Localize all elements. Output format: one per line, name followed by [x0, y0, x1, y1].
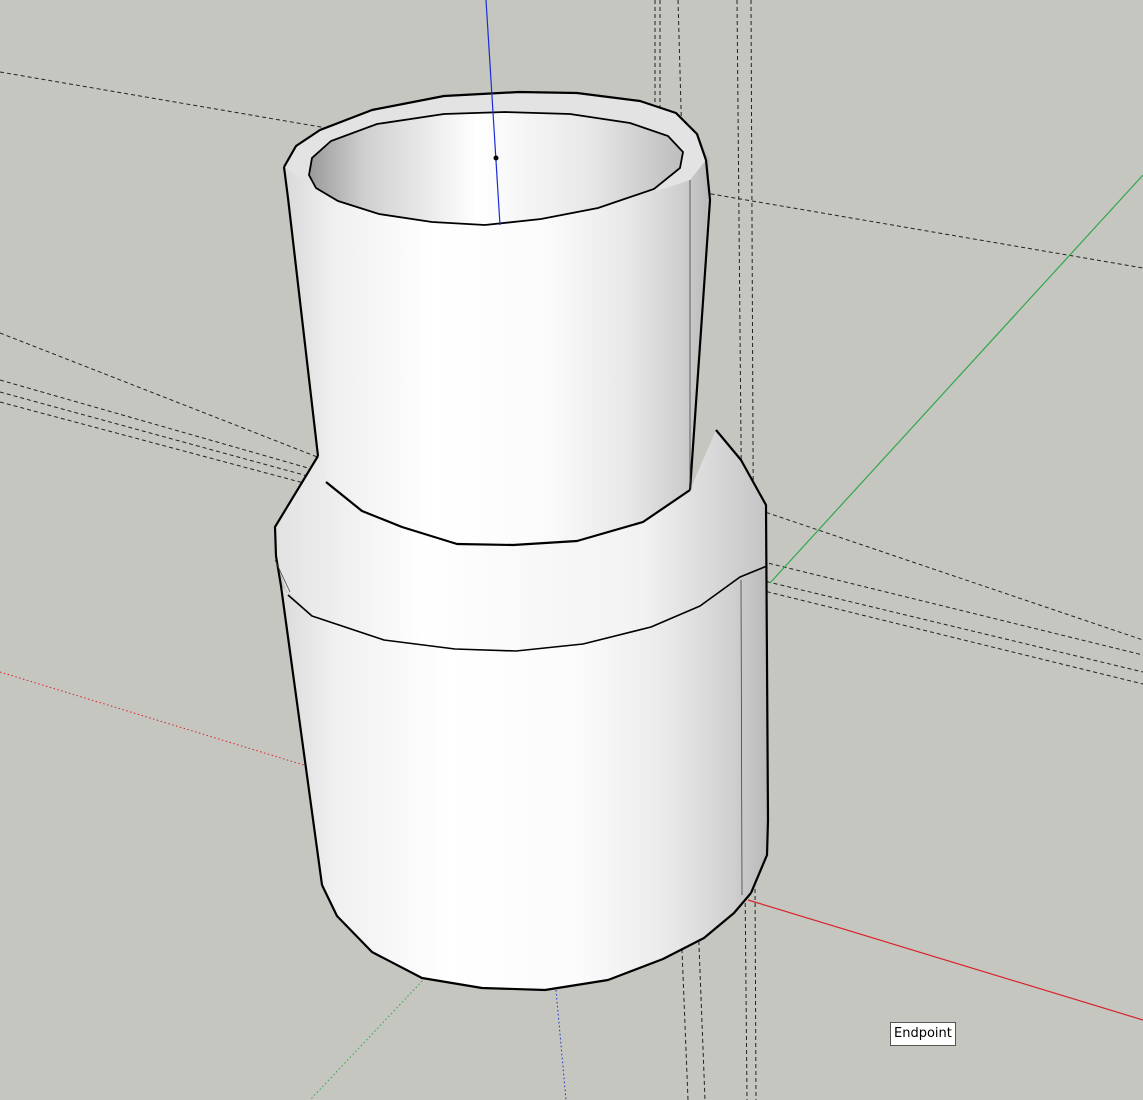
guide-line-left-4 [0, 401, 316, 487]
3d-viewport[interactable]: Endpoint [0, 0, 1143, 1100]
green-axis [769, 174, 1143, 584]
endpoint-tooltip: Endpoint [890, 1022, 956, 1046]
guide-line-right-3 [759, 579, 1143, 673]
guide-line-left-2 [0, 379, 316, 471]
green-axis-dotted [309, 977, 426, 1100]
red-axis [747, 899, 1143, 1021]
guide-line-right-2 [734, 554, 1143, 656]
guide-line-right-4 [759, 589, 1143, 685]
scene-canvas[interactable] [0, 0, 1143, 1100]
blue-axis-dotted [555, 989, 567, 1100]
guide-line-vertical-7 [697, 919, 706, 1100]
guide-line-left-1 [0, 332, 326, 461]
guide-line-left-3 [0, 391, 316, 479]
inference-point [493, 155, 499, 161]
model[interactable] [273, 90, 770, 992]
red-axis-dotted [0, 671, 321, 771]
